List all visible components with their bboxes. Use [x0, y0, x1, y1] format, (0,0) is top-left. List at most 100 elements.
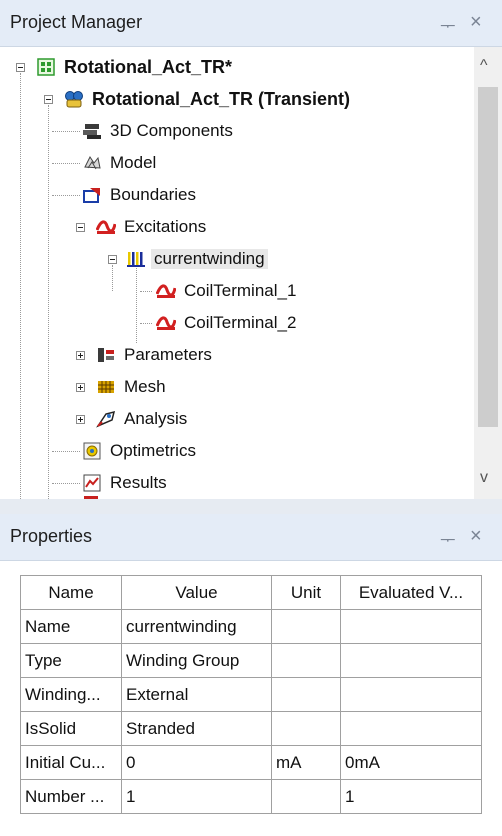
property-unit[interactable] [271, 677, 341, 712]
tree-item-optimetrics[interactable]: Optimetrics [82, 437, 199, 465]
parameters-icon [96, 346, 116, 364]
tree-item-label: Excitations [124, 217, 207, 236]
properties-area: Name Value Unit Evaluated V... Name curr… [0, 561, 502, 836]
property-evaluated [340, 643, 482, 678]
model-icon [82, 154, 102, 172]
scroll-down-icon[interactable]: v [480, 469, 488, 487]
expand-toggle[interactable] [76, 351, 85, 360]
properties-header: Properties ᅮ × [0, 514, 502, 561]
tree-item-label: Rotational_Act_TR (Transient) [92, 88, 351, 109]
pin-icon[interactable]: ᅮ [440, 526, 456, 551]
property-value[interactable]: 0 [121, 745, 272, 780]
collapse-toggle[interactable] [76, 223, 85, 232]
property-value[interactable]: Stranded [121, 711, 272, 746]
expand-toggle[interactable] [76, 415, 85, 424]
tree-item-currentwinding[interactable]: currentwinding [126, 245, 268, 273]
tree-item-label: Analysis [124, 409, 188, 428]
tree-guide-line [52, 163, 80, 164]
collapse-toggle[interactable] [44, 95, 53, 104]
tree-item-project[interactable]: Rotational_Act_TR* [36, 53, 235, 81]
property-value[interactable]: External [121, 677, 272, 712]
tree-item-excitations[interactable]: Excitations [95, 213, 209, 241]
pin-icon[interactable]: ᅮ [440, 12, 456, 37]
project-manager-header: Project Manager ᅮ × [0, 0, 502, 47]
tree-guide-line [140, 291, 152, 292]
tree-guide-line [52, 195, 80, 196]
coil-terminal-icon [155, 282, 177, 300]
tree-item-design[interactable]: Rotational_Act_TR (Transient) [64, 85, 353, 113]
property-value[interactable]: currentwinding [121, 609, 272, 644]
property-unit[interactable]: mA [271, 745, 341, 780]
table-row[interactable]: Name currentwinding [20, 609, 482, 644]
property-value[interactable]: Winding Group [121, 643, 272, 678]
properties-title: Properties [10, 526, 93, 546]
property-value[interactable]: 1 [121, 779, 272, 814]
design-icon [64, 90, 84, 108]
property-unit[interactable] [271, 711, 341, 746]
column-header-evaluated[interactable]: Evaluated V... [340, 575, 482, 610]
tree-guide-line [140, 323, 152, 324]
tree-guide-line [112, 265, 113, 291]
tree-scrollbar[interactable]: ^ v [474, 47, 502, 499]
tree-guide-line [52, 131, 80, 132]
analysis-icon [95, 410, 116, 428]
property-name: Initial Cu... [20, 745, 122, 780]
property-unit[interactable] [271, 609, 341, 644]
tree-item-label: Model [110, 153, 157, 172]
components-icon [82, 122, 102, 140]
property-evaluated [340, 711, 482, 746]
collapse-toggle[interactable] [108, 255, 117, 264]
tree-item-label: Optimetrics [110, 441, 196, 460]
property-unit[interactable] [271, 779, 341, 814]
column-header-value[interactable]: Value [121, 575, 272, 610]
tree-item-analysis[interactable]: Analysis [95, 405, 190, 433]
excitations-icon [95, 218, 117, 236]
tree-guide-line [20, 73, 21, 499]
property-name: Number ... [20, 779, 122, 814]
tree-item-parameters[interactable]: Parameters [96, 341, 215, 369]
tree-guide-line [48, 105, 49, 499]
tree-item-3d-components[interactable]: 3D Components [82, 117, 236, 145]
close-icon[interactable]: × [470, 525, 482, 548]
tree-item-coilterminal-1[interactable]: CoilTerminal_1 [155, 277, 299, 305]
tree-item-label: Parameters [124, 345, 212, 364]
coil-terminal-icon [155, 314, 177, 332]
tree-item-label: CoilTerminal_1 [184, 281, 297, 300]
boundaries-icon [82, 186, 102, 204]
table-row[interactable]: Initial Cu... 0 mA 0mA [20, 745, 482, 780]
panel-splitter[interactable] [0, 499, 502, 514]
tree-guide-line [136, 265, 137, 343]
property-name: IsSolid [20, 711, 122, 746]
table-row[interactable]: Winding... External [20, 677, 482, 712]
table-row[interactable]: Type Winding Group [20, 643, 482, 678]
table-row[interactable]: IsSolid Stranded [20, 711, 482, 746]
property-evaluated: 1 [340, 779, 482, 814]
scroll-up-icon[interactable]: ^ [480, 57, 488, 75]
mesh-icon [96, 378, 116, 396]
column-header-name[interactable]: Name [20, 575, 122, 610]
tree-item-label: Boundaries [110, 185, 197, 204]
table-row[interactable]: Number ... 1 1 [20, 779, 482, 814]
tree-item-model[interactable]: Model [82, 149, 159, 177]
property-unit[interactable] [271, 643, 341, 678]
tree-item-label: CoilTerminal_2 [184, 313, 297, 332]
collapse-toggle[interactable] [16, 63, 25, 72]
tree-item-label: 3D Components [110, 121, 233, 140]
tree-item-boundaries[interactable]: Boundaries [82, 181, 199, 209]
tree-item-label: Rotational_Act_TR* [64, 56, 233, 77]
property-name: Winding... [20, 677, 122, 712]
tree-item-label: currentwinding [151, 249, 268, 269]
tree-item-mesh[interactable]: Mesh [96, 373, 169, 401]
project-tree: Rotational_Act_TR* Rotational_Act_TR (Tr… [0, 47, 473, 499]
optimetrics-icon [82, 442, 102, 460]
column-header-unit[interactable]: Unit [271, 575, 341, 610]
tree-item-coilterminal-2[interactable]: CoilTerminal_2 [155, 309, 299, 337]
scrollbar-thumb[interactable] [478, 87, 498, 427]
table-header-row: Name Value Unit Evaluated V... [20, 575, 482, 610]
winding-icon [126, 250, 146, 268]
close-icon[interactable]: × [470, 11, 482, 34]
expand-toggle[interactable] [76, 383, 85, 392]
tree-item-results[interactable]: Results [82, 469, 170, 497]
project-icon [36, 58, 56, 76]
property-evaluated: 0mA [340, 745, 482, 780]
